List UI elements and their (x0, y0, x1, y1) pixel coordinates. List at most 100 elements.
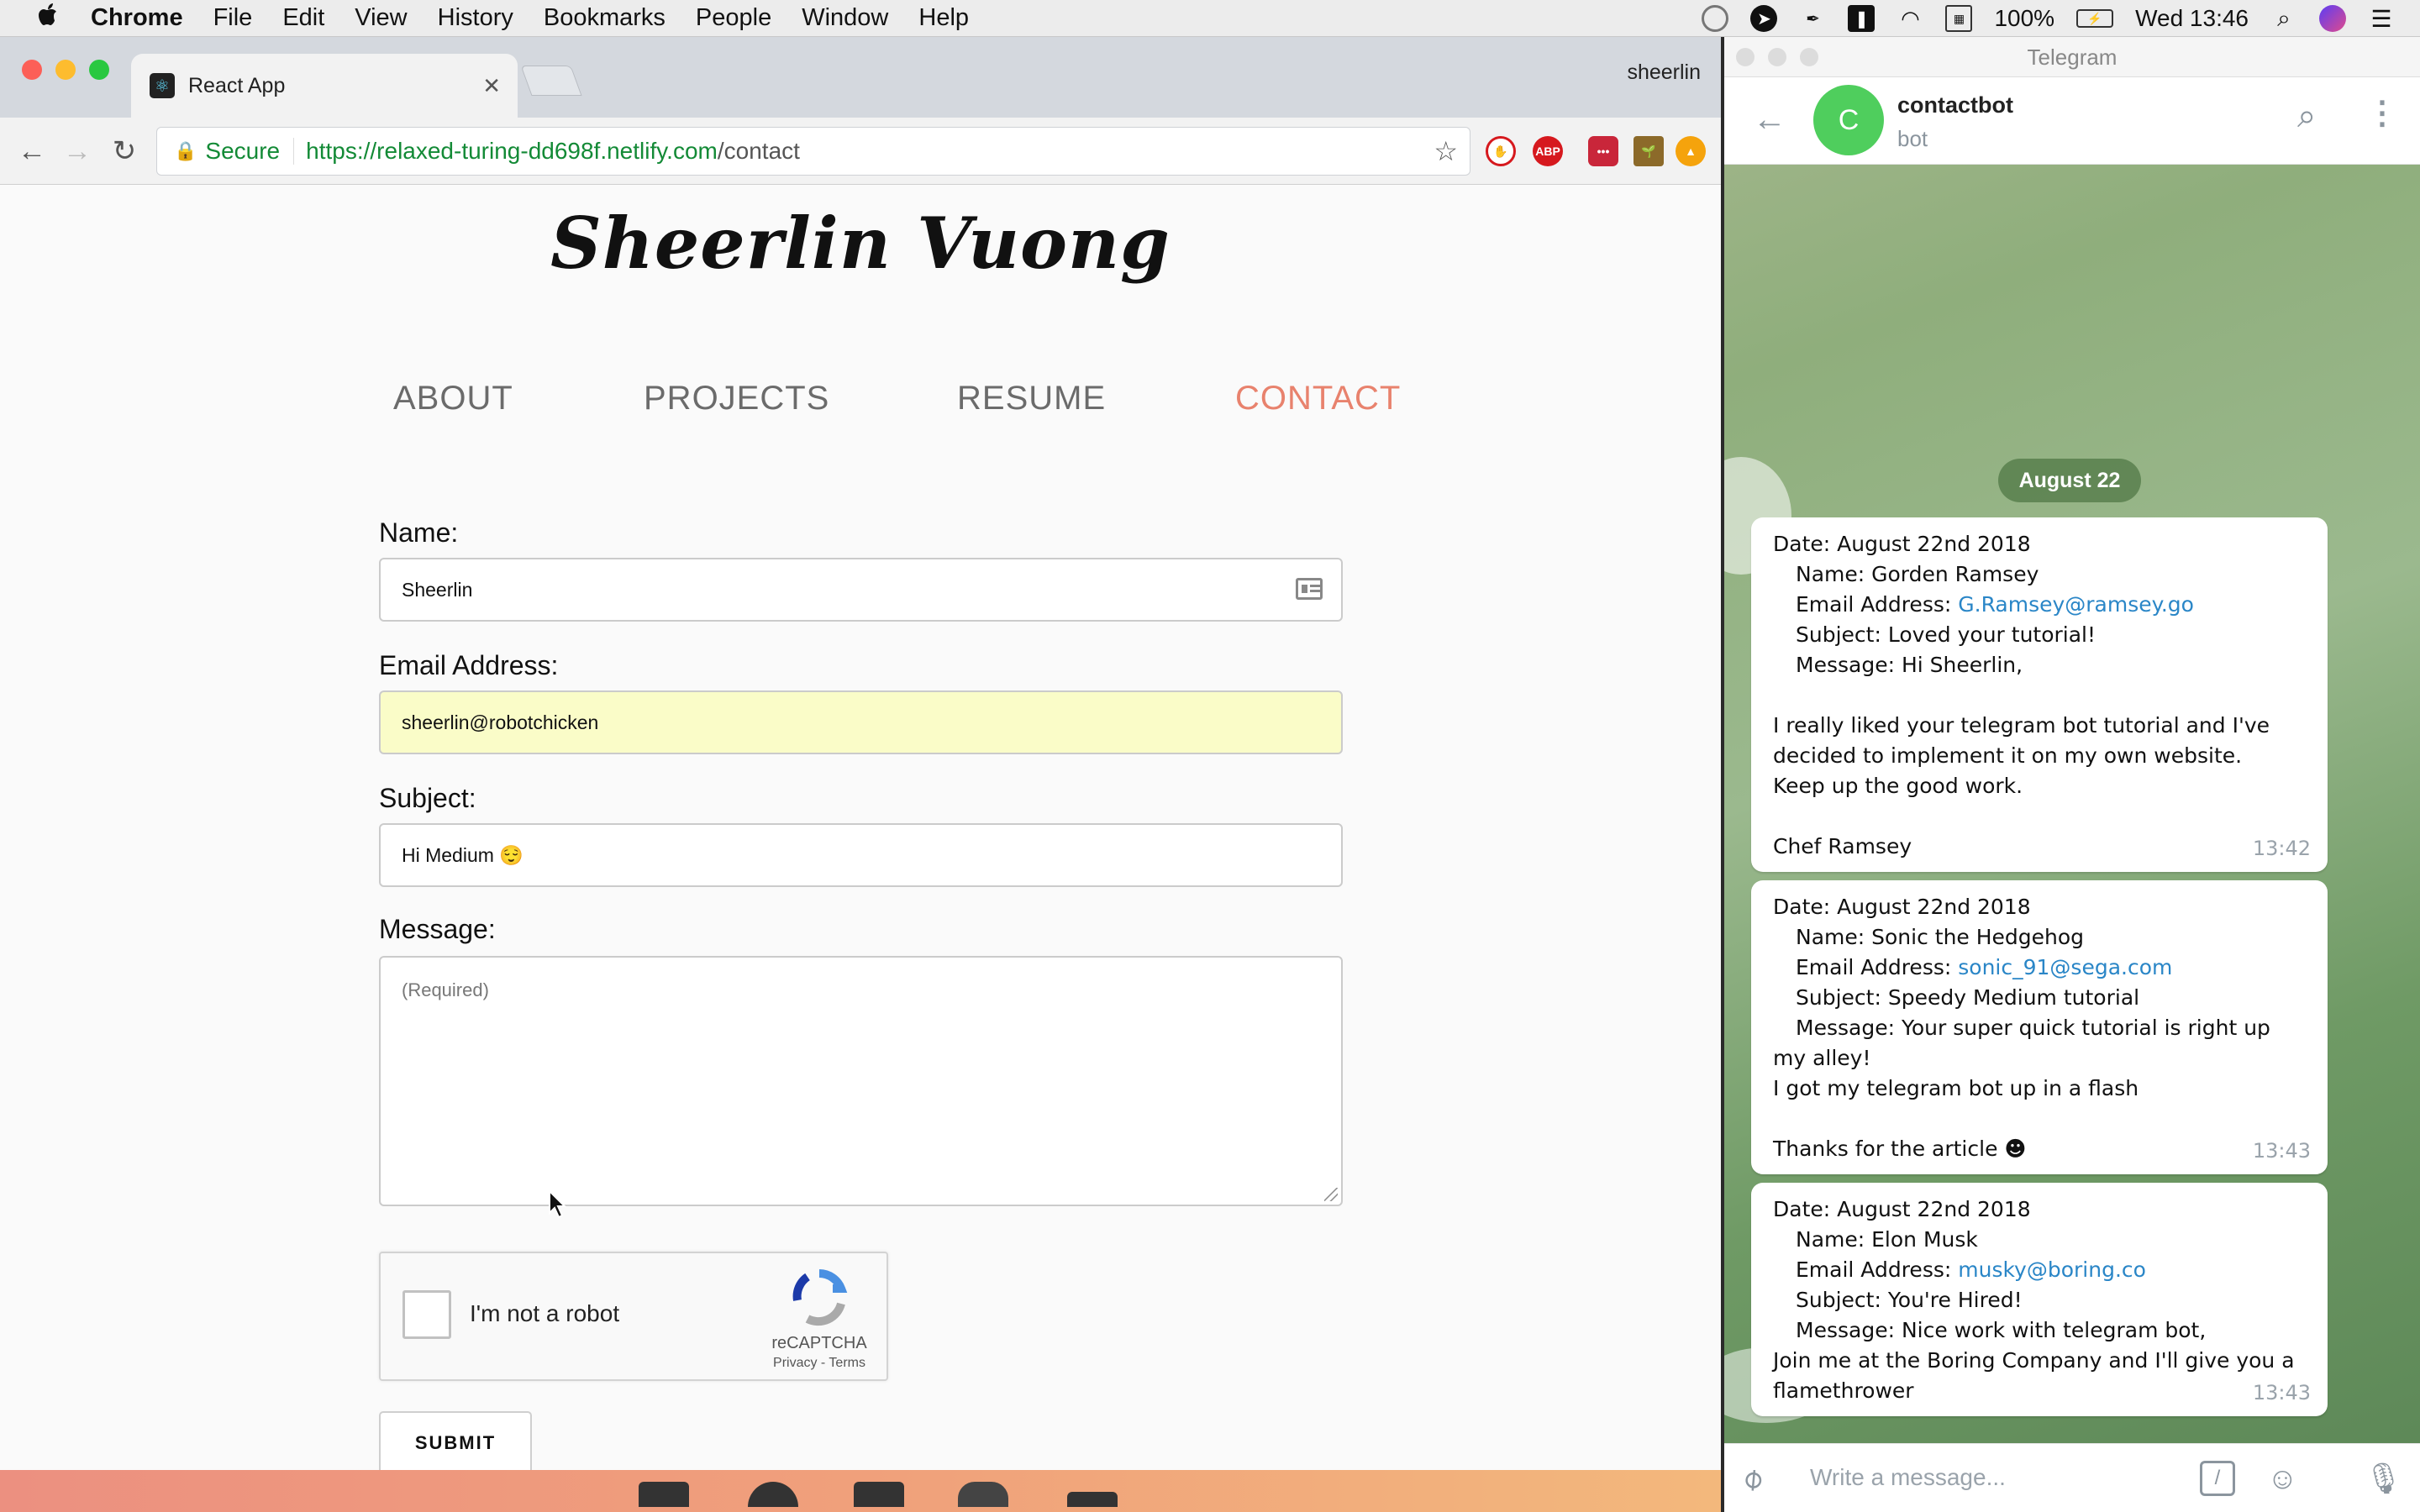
message-name: Name: Elon Musk (1796, 1227, 1978, 1252)
plant-extension-icon[interactable]: 🌱 (1634, 136, 1664, 166)
footer-github-icon[interactable] (639, 1482, 689, 1507)
battery-icon[interactable]: ⚡ (2076, 9, 2114, 28)
message-bubble[interactable]: Date: August 22nd 2018 Name: Sonic the H… (1751, 880, 2328, 1174)
menu-people[interactable]: People (696, 4, 771, 32)
url-path: /contact (717, 138, 800, 164)
recaptcha-terms[interactable]: Privacy - Terms (767, 1356, 871, 1371)
message-bubble[interactable]: Date: August 22nd 2018 Name: Gorden Rams… (1751, 517, 2328, 872)
profile-name[interactable]: sheerlin (1627, 60, 1701, 85)
chat-status: bot (1897, 126, 1928, 151)
name-label: Name: (379, 517, 459, 548)
menu-history[interactable]: History (438, 4, 513, 32)
lock-icon: 🔒 (174, 140, 197, 161)
site-title: Sheerlin Vuong (550, 202, 1171, 285)
message-name: Name: Sonic the Hedgehog (1796, 925, 2085, 949)
record-icon[interactable] (1702, 5, 1729, 32)
message-date: Date: August 22nd 2018 (1773, 1197, 2031, 1221)
nav-about[interactable]: ABOUT (393, 380, 513, 417)
microphone-icon[interactable]: 🎙 (2365, 1461, 2403, 1496)
ublock-icon[interactable]: ✋ (1486, 136, 1516, 166)
forward-arrow-icon[interactable]: → (60, 134, 94, 168)
close-tab-icon[interactable]: ✕ (482, 73, 501, 99)
minimize-window-button[interactable] (55, 60, 76, 80)
spotlight-search-icon[interactable]: ⌕ (2270, 5, 2297, 32)
bot-commands-icon[interactable]: / (2200, 1461, 2235, 1496)
footer-email-icon[interactable] (1067, 1492, 1118, 1507)
message-subject: Subject: Speedy Medium tutorial (1796, 985, 2140, 1010)
react-icon: ⚛ (150, 73, 175, 98)
menu-app-chrome[interactable]: Chrome (91, 4, 183, 32)
menu-file[interactable]: File (213, 4, 253, 32)
menu-view[interactable]: View (355, 4, 407, 32)
email-input[interactable]: sheerlin@robotchicken (379, 690, 1343, 754)
contact-card-icon[interactable] (1296, 578, 1323, 600)
subject-input-value: Hi Medium 😌 (402, 843, 523, 866)
zoom-window-button[interactable] (1800, 48, 1818, 66)
address-bar[interactable]: 🔒 Secure https://relaxed-turing-dd698f.n… (156, 127, 1470, 176)
chat-name[interactable]: contactbot (1897, 92, 2013, 118)
avatar[interactable]: C (1813, 85, 1884, 155)
notification-center-icon[interactable]: ☰ (2368, 5, 2395, 32)
message-textarea[interactable]: (Required) (379, 956, 1343, 1206)
menu-edit[interactable]: Edit (282, 4, 324, 32)
message-input[interactable]: Write a message... (1810, 1464, 2006, 1491)
tools-icon[interactable]: ✒ (1799, 5, 1826, 32)
calendar-icon[interactable]: ▦ (1945, 5, 1973, 32)
message-date: Date: August 22nd 2018 (1773, 532, 2031, 556)
lastpass-icon[interactable]: ••• (1588, 136, 1618, 166)
message-email-link[interactable]: G.Ramsey@ramsey.go (1958, 592, 2194, 617)
message-email-label: Email Address: (1796, 955, 1959, 979)
emoji-icon[interactable]: ☺ (2267, 1461, 2298, 1496)
clock: Wed 13:46 (2135, 5, 2249, 31)
bookmark-app-icon[interactable]: ❚ (1848, 5, 1876, 32)
bookmark-star-icon[interactable]: ☆ (1434, 135, 1458, 167)
more-menu-icon[interactable]: ⋮ (2366, 94, 2398, 132)
message-head: Message: Nice work with telegram bot, (1796, 1318, 2207, 1342)
siri-icon[interactable] (2319, 5, 2346, 32)
message-body: Join me at the Boring Company and I'll g… (1773, 1348, 2295, 1403)
message-body: I got my telegram bot up in a flash (1773, 1076, 2139, 1100)
name-input[interactable]: Sheerlin (379, 558, 1343, 622)
recaptcha-logo-icon (792, 1269, 848, 1326)
new-tab-button[interactable] (520, 66, 582, 96)
menu-help[interactable]: Help (918, 4, 969, 32)
menu-bookmarks[interactable]: Bookmarks (544, 4, 666, 32)
back-arrow-icon[interactable]: ← (1753, 101, 1786, 139)
close-window-button[interactable] (22, 60, 42, 80)
nav-resume[interactable]: RESUME (957, 380, 1106, 417)
message-email-link[interactable]: musky@boring.co (1958, 1257, 2146, 1282)
wifi-icon[interactable]: ◠ (1897, 5, 1923, 32)
minimize-window-button[interactable] (1768, 48, 1786, 66)
message-subject: Subject: Loved your tutorial! (1796, 622, 2096, 647)
menu-window[interactable]: Window (802, 4, 888, 32)
submit-button[interactable]: SUBMIT (379, 1411, 532, 1475)
reload-icon[interactable]: ↻ (108, 134, 141, 168)
message-email-line: Email Address: musky@boring.co (1773, 1255, 2306, 1285)
apple-icon[interactable] (32, 2, 66, 35)
footer-twitter-icon[interactable] (958, 1482, 1008, 1507)
nav-projects[interactable]: PROJECTS (644, 380, 829, 417)
search-icon[interactable]: ⌕ (2297, 97, 2316, 135)
footer-linkedin-icon[interactable] (854, 1482, 904, 1507)
battery-percent: 100% (1994, 5, 2055, 31)
recaptcha-checkbox[interactable] (402, 1290, 451, 1339)
message-email-link[interactable]: sonic_91@sega.com (1958, 955, 2172, 979)
message-bubble[interactable]: Date: August 22nd 2018 Name: Elon Musk E… (1751, 1183, 2328, 1416)
subject-input[interactable]: Hi Medium 😌 (379, 823, 1343, 887)
close-window-button[interactable] (1736, 48, 1754, 66)
adblock-plus-label: ABP (1535, 144, 1560, 158)
browser-toolbar: ← → ↻ 🔒 Secure https://relaxed-turing-dd… (0, 118, 1721, 185)
back-arrow-icon[interactable]: ← (15, 134, 49, 168)
adblock-plus-icon[interactable]: ABP (1533, 136, 1563, 166)
upload-extension-icon[interactable]: ▲ (1676, 136, 1706, 166)
zoom-window-button[interactable] (89, 60, 109, 80)
attach-icon[interactable]: ⌀ (1733, 1459, 1770, 1498)
footer-medium-icon[interactable] (748, 1482, 798, 1507)
tab-react-app[interactable]: ⚛ React App ✕ (131, 54, 518, 118)
resize-grip-icon[interactable] (1324, 1188, 1338, 1201)
nav-contact[interactable]: CONTACT (1235, 380, 1401, 417)
telegram-status-icon[interactable]: ➤ (1750, 5, 1778, 32)
